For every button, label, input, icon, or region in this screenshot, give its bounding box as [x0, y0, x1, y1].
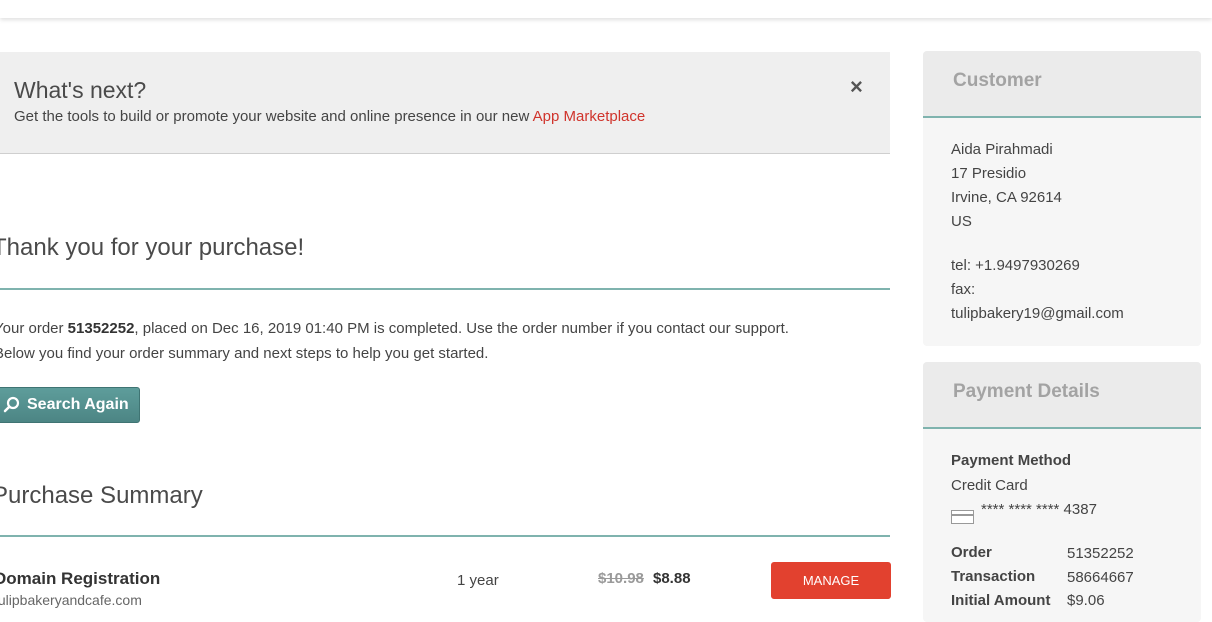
order-line-2: Below you find your order summary and ne… — [0, 345, 489, 362]
order-number: 51352252 — [67, 320, 135, 337]
transaction-label: Transaction — [951, 568, 1036, 585]
payment-method: Credit Card — [951, 477, 1028, 494]
payment-panel-header: Payment Details — [923, 362, 1201, 429]
payment-panel: Payment Details Payment Method Credit Ca… — [923, 362, 1201, 622]
item-name: Domain Registration — [0, 569, 161, 588]
search-icon — [3, 396, 21, 419]
order-message: Your order 51352252, placed on Dec 16, 2… — [0, 316, 894, 366]
order-value: 51352252 — [1067, 545, 1134, 562]
customer-tel: tel: +1.9497930269 — [951, 257, 1080, 274]
summary-divider — [0, 535, 890, 537]
page-title: Thank you for your purchase! — [0, 234, 305, 261]
whats-next-banner: What's next? Get the tools to build or p… — [0, 52, 890, 154]
manage-button[interactable]: MANAGE — [771, 562, 891, 599]
top-bar — [0, 0, 1212, 18]
initial-amount-label: Initial Amount — [951, 592, 1051, 609]
banner-title: What's next? — [14, 77, 147, 103]
customer-country: US — [951, 213, 972, 230]
order-suffix: , placed on Dec 16, 2019 01:40 PM is com… — [134, 320, 789, 337]
search-again-button[interactable]: Search Again — [0, 387, 140, 423]
customer-panel-header: Customer — [923, 51, 1201, 118]
item-new-price: $8.88 — [653, 570, 691, 587]
order-label: Order — [951, 544, 992, 561]
customer-panel: Customer Aida Pirahmadi 17 Presidio Irvi… — [923, 51, 1201, 346]
item-period: 1 year — [457, 572, 499, 589]
initial-amount-value: $9.06 — [1067, 592, 1105, 609]
customer-title: Customer — [953, 70, 1042, 91]
customer-street: 17 Presidio — [951, 165, 1027, 182]
banner-text-body: Get the tools to build or promote your w… — [14, 108, 533, 125]
customer-city: Irvine, CA 92614 — [951, 189, 1062, 206]
customer-name: Aida Pirahmadi — [951, 141, 1053, 158]
payment-method-label: Payment Method — [951, 452, 1072, 469]
customer-fax: fax: — [951, 281, 976, 298]
customer-email: tulipbakery19@gmail.com — [951, 305, 1124, 322]
payment-title: Payment Details — [953, 381, 1100, 402]
close-icon[interactable]: × — [850, 76, 863, 98]
transaction-value: 58664667 — [1067, 569, 1134, 586]
purchase-summary-title: Purchase Summary — [0, 482, 203, 509]
app-marketplace-link[interactable]: App Marketplace — [533, 108, 646, 125]
item-domain: tulipbakeryandcafe.com — [0, 592, 142, 608]
title-divider — [0, 288, 890, 290]
search-again-label: Search Again — [27, 396, 129, 413]
order-prefix: Your order — [0, 320, 68, 337]
item-old-price: $10.98 — [598, 570, 644, 587]
credit-card-icon — [951, 510, 974, 524]
banner-text: Get the tools to build or promote your w… — [14, 108, 645, 125]
card-number: **** **** **** 4387 — [981, 501, 1097, 518]
